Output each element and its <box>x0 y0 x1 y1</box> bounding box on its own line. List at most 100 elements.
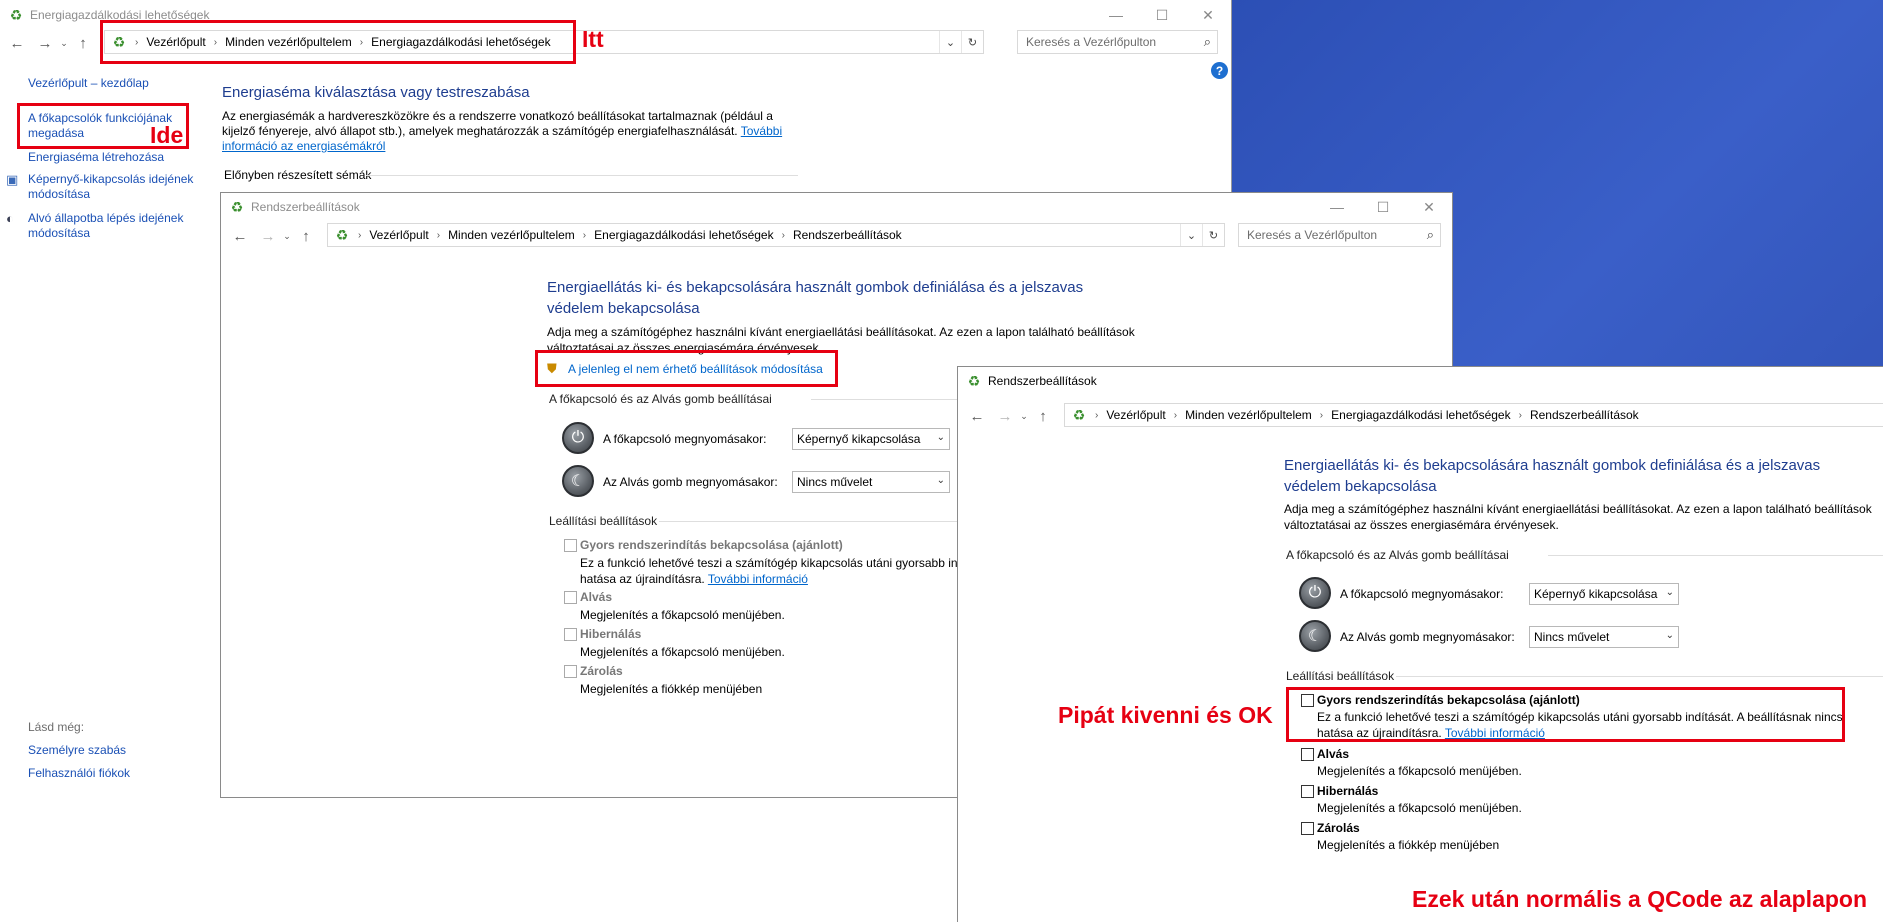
sidebar-item-home[interactable]: Vezérlőpult – kezdőlap <box>28 76 198 91</box>
title-bar: ♻ Rendszerbeállítások <box>958 367 1883 395</box>
sidebar-item-create-plan[interactable]: Energiaséma létrehozása <box>28 150 188 165</box>
page-title: Energiaellátás ki- és bekapcsolására has… <box>547 279 1084 317</box>
lock-description: Megjelenítés a fiókkép menüjében <box>580 682 763 696</box>
recent-chevron-icon[interactable]: ⌄ <box>56 38 72 49</box>
sleep-button-icon: ☾ <box>1299 620 1331 652</box>
back-arrow-icon[interactable]: ← <box>966 408 988 425</box>
address-controls: ⌄ ↻ <box>939 31 983 53</box>
lock-checkbox[interactable] <box>1301 822 1314 835</box>
sleep-button-label: Az Alvás gomb megnyomásakor: <box>1340 630 1515 644</box>
power-buttons-group-label: A főkapcsoló és az Alvás gomb beállítása… <box>1286 548 1509 562</box>
system-settings-window-front: ♻ Rendszerbeállítások ← → ⌄ ↑ ♻ › Vezérl… <box>957 366 1883 922</box>
sidebar: Vezérlőpult – kezdőlap <box>28 76 198 91</box>
sleep-label: Alvás <box>1317 747 1350 761</box>
refresh-icon[interactable]: ↻ <box>1202 224 1224 246</box>
breadcrumb-separator: › <box>1518 409 1522 421</box>
sleep-checkbox[interactable] <box>1301 748 1314 761</box>
hibernate-checkbox[interactable] <box>564 628 577 641</box>
search-icon[interactable]: ⌕ <box>1427 227 1434 243</box>
forward-arrow-icon[interactable]: → <box>257 228 279 245</box>
annotation-box-change-link <box>535 350 838 387</box>
chevron-down-icon: ⌄ <box>1665 630 1674 641</box>
chevron-down-icon: ⌄ <box>936 432 945 443</box>
breadcrumb-separator: › <box>358 229 362 241</box>
help-icon[interactable]: ? <box>1211 62 1228 79</box>
sleep-button-select[interactable]: Nincs művelet ⌄ <box>1529 626 1679 648</box>
annotation-box-fast-startup <box>1286 687 1845 742</box>
minimize-button[interactable]: — <box>1314 193 1360 221</box>
power-button-label: A főkapcsoló megnyomásakor: <box>603 432 767 446</box>
sidebar-item-sleep-time[interactable]: Alvó állapotba lépés idejének módosítása <box>28 211 198 241</box>
back-arrow-icon[interactable]: ← <box>229 228 251 245</box>
divider <box>1548 555 1883 556</box>
search-input[interactable]: Keresés a Vezérlőpulton ⌕ <box>1238 223 1441 247</box>
description-text: Az energiasémák a hardvereszközökre és a… <box>222 109 773 138</box>
refresh-icon[interactable]: ↻ <box>961 31 983 53</box>
up-arrow-icon[interactable]: ↑ <box>72 35 94 52</box>
back-arrow-icon[interactable]: ← <box>6 35 28 52</box>
breadcrumb-item[interactable]: Energiagazdálkodási lehetőségek <box>1331 408 1510 422</box>
close-button[interactable]: ✕ <box>1406 193 1452 221</box>
sidebar-link-personalize[interactable]: Személyre szabás <box>28 743 126 757</box>
hibernate-checkbox[interactable] <box>1301 785 1314 798</box>
power-button-value: Képernyő kikapcsolása <box>797 432 921 446</box>
sleep-checkbox[interactable] <box>564 591 577 604</box>
breadcrumb-item[interactable]: Vezérlőpult <box>1106 408 1165 422</box>
sidebar-item-display-off[interactable]: Képernyő-kikapcsolás idejének módosítása <box>28 172 198 202</box>
forward-arrow-icon[interactable]: → <box>34 35 56 52</box>
breadcrumb-item[interactable]: Rendszerbeállítások <box>793 228 902 242</box>
fast-startup-description-tail: hatása az újraindításra. <box>580 572 705 586</box>
intro-text: Adja meg a számítógéphez használni kíván… <box>1284 502 1872 532</box>
power-button-select[interactable]: Képernyő kikapcsolása ⌄ <box>792 428 950 450</box>
up-arrow-icon[interactable]: ↑ <box>1032 408 1054 425</box>
chevron-down-icon: ⌄ <box>1665 587 1674 598</box>
lock-description: Megjelenítés a fiókkép menüjében <box>1317 838 1500 852</box>
address-bar[interactable]: ♻ › Vezérlőpult › Minden vezérlőpultelem… <box>1064 403 1883 427</box>
breadcrumb-separator: › <box>582 229 587 241</box>
fast-startup-checkbox[interactable] <box>564 539 577 552</box>
lock-label: Zárolás <box>580 664 623 678</box>
breadcrumb-item[interactable]: Energiagazdálkodási lehetőségek <box>594 228 773 242</box>
power-button-icon: ⏻ <box>562 422 594 454</box>
breadcrumb-item[interactable]: Minden vezérlőpultelem <box>448 228 575 242</box>
hibernate-description: Megjelenítés a főkapcsoló menüjében. <box>580 645 785 659</box>
page-title: Energiaséma kiválasztása vagy testreszab… <box>222 84 530 101</box>
power-button-select[interactable]: Képernyő kikapcsolása ⌄ <box>1529 583 1679 605</box>
page-description: Az energiasémák a hardvereszközökre és a… <box>222 109 807 154</box>
breadcrumb-separator: › <box>436 229 441 241</box>
breadcrumb-separator: › <box>1319 409 1324 421</box>
address-bar[interactable]: ♻ › Vezérlőpult › Minden vezérlőpultelem… <box>327 223 1225 247</box>
maximize-button[interactable]: ☐ <box>1360 193 1406 221</box>
breadcrumb-item[interactable]: Minden vezérlőpultelem <box>1185 408 1312 422</box>
hibernate-label: Hibernálás <box>1317 784 1379 798</box>
window-title: Rendszerbeállítások <box>988 374 1097 388</box>
power-button-icon: ⏻ <box>1299 577 1331 609</box>
recent-chevron-icon[interactable]: ⌄ <box>279 231 295 242</box>
close-button[interactable]: ✕ <box>1185 0 1231 30</box>
annotation-ezek: Ezek után normális a QCode az alaplapon <box>1412 886 1868 912</box>
sleep-button-select[interactable]: Nincs művelet ⌄ <box>792 471 950 493</box>
maximize-button[interactable]: ☐ <box>1139 0 1185 30</box>
breadcrumb-separator: › <box>1173 409 1178 421</box>
shutdown-group-label: Leállítási beállítások <box>549 514 658 528</box>
preferred-plans-label: Előnyben részesített sémák <box>224 168 372 182</box>
up-arrow-icon[interactable]: ↑ <box>295 228 317 245</box>
sleep-description: Megjelenítés a főkapcsoló menüjében. <box>1317 764 1522 778</box>
search-icon[interactable]: ⌕ <box>1204 34 1211 50</box>
shutdown-group-label: Leállítási beállítások <box>1286 669 1395 683</box>
dropdown-chevron-icon[interactable]: ⌄ <box>939 31 961 53</box>
lock-checkbox[interactable] <box>564 665 577 678</box>
control-panel-icon: ♻ <box>230 199 244 215</box>
forward-arrow-icon[interactable]: → <box>994 408 1016 425</box>
sleep-label: Alvás <box>580 590 613 604</box>
window-controls: — ☐ ✕ <box>1314 193 1452 221</box>
sidebar-link-user-accounts[interactable]: Felhasználói fiókok <box>28 766 130 780</box>
search-input[interactable]: Keresés a Vezérlőpulton ⌕ <box>1017 30 1218 54</box>
dropdown-chevron-icon[interactable]: ⌄ <box>1180 224 1202 246</box>
recent-chevron-icon[interactable]: ⌄ <box>1016 411 1032 422</box>
breadcrumb-item[interactable]: Vezérlőpult <box>369 228 428 242</box>
more-info-link[interactable]: További információ <box>708 572 808 586</box>
divider <box>366 175 798 176</box>
minimize-button[interactable]: — <box>1093 0 1139 30</box>
breadcrumb-item[interactable]: Rendszerbeállítások <box>1530 408 1639 422</box>
